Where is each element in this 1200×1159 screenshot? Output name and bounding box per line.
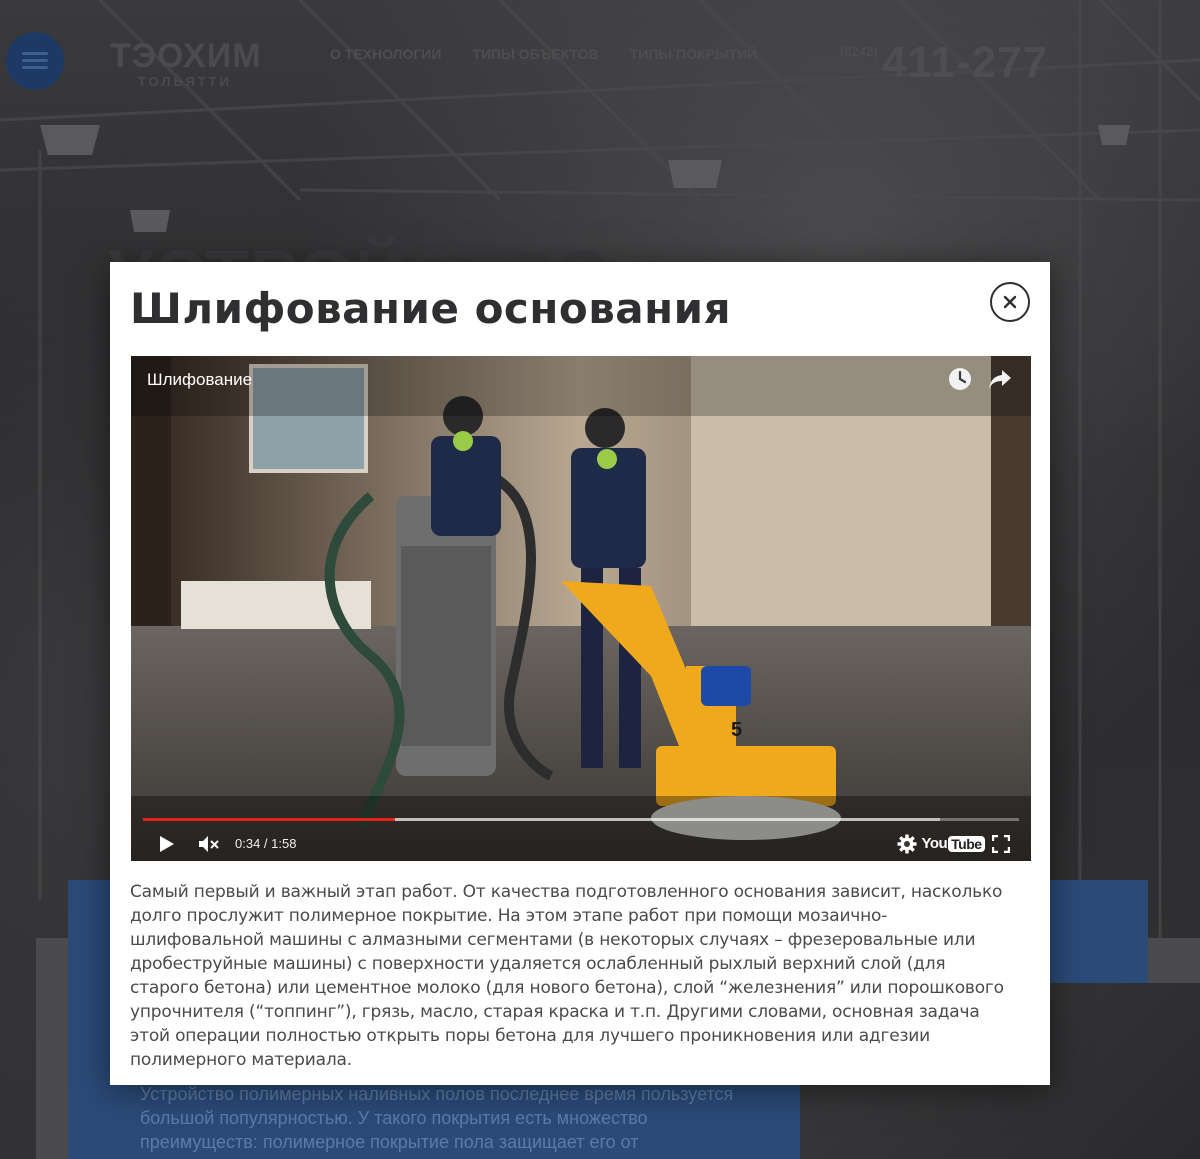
clock-icon xyxy=(949,368,971,390)
video-played-bar xyxy=(143,818,396,821)
main-nav: О ТЕХНОЛОГИИ ТИПЫ ОБЪЕКТОВ ТИПЫ ПОКРЫТИЙ xyxy=(330,46,757,62)
modal-description: Самый первый и важный этап работ. От кач… xyxy=(130,882,1004,1070)
play-button[interactable] xyxy=(143,826,191,861)
fullscreen-button[interactable] xyxy=(979,826,1023,861)
fullscreen-icon xyxy=(992,834,1010,853)
video-time-display: 0:34 / 1:58 xyxy=(235,836,297,851)
youtube-video-player[interactable]: 5 Шлифование 0:34 / 1:58 You Tube xyxy=(131,356,1031,861)
phone-digits: 411-277 xyxy=(882,38,1049,87)
intro-paragraph: Устройство полимерных наливных полов пос… xyxy=(140,1084,734,1152)
video-controls: 0:34 / 1:58 You Tube xyxy=(131,826,1031,861)
video-modal: Шлифование основания 5 Шлифование 0:34 /… xyxy=(110,262,1050,1085)
gear-icon xyxy=(897,834,917,853)
menu-button[interactable] xyxy=(6,32,64,90)
svg-text:5: 5 xyxy=(731,719,742,741)
nav-link-object-types[interactable]: ТИПЫ ОБЪЕКТОВ xyxy=(472,46,598,62)
video-top-controls xyxy=(947,366,1013,392)
phone-code: (8242) xyxy=(840,44,878,59)
watch-later-button[interactable] xyxy=(947,366,973,392)
video-progress-bar[interactable] xyxy=(143,818,1019,821)
youtube-logo-you: You xyxy=(921,835,948,852)
mute-button[interactable] xyxy=(191,826,227,861)
close-icon xyxy=(1003,295,1017,309)
close-button[interactable] xyxy=(990,282,1030,322)
youtube-logo-link[interactable]: You Tube xyxy=(921,826,985,861)
modal-title: Шлифование основания xyxy=(130,284,732,333)
share-button[interactable] xyxy=(987,366,1013,392)
nav-link-coating-types[interactable]: ТИПЫ ПОКРЫТИЙ xyxy=(630,46,758,62)
logo-title: ТЭОХИМ xyxy=(110,37,262,75)
phone-number[interactable]: (8242) 411-277 xyxy=(840,38,1048,88)
hamburger-icon xyxy=(22,52,48,70)
site-logo[interactable]: ТЭОХИМ ТОЛЬЯТТИ xyxy=(110,38,262,89)
share-icon xyxy=(989,370,1011,389)
video-frame: 5 xyxy=(131,356,1031,861)
volume-muted-icon xyxy=(199,835,219,852)
logo-city: ТОЛЬЯТТИ xyxy=(138,74,232,89)
video-title[interactable]: Шлифование xyxy=(147,370,252,390)
nav-link-technology[interactable]: О ТЕХНОЛОГИИ xyxy=(330,46,441,62)
play-icon xyxy=(160,835,174,852)
